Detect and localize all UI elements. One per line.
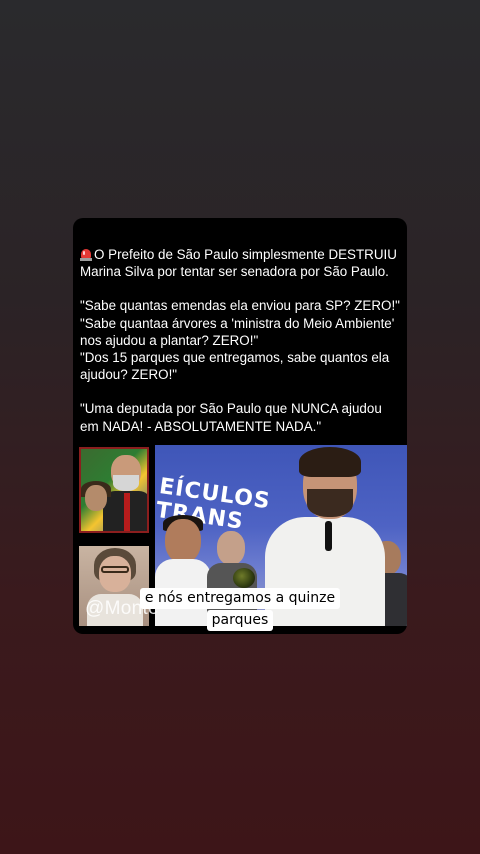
video-caption: e nós entregamos a quinze parques	[0, 588, 480, 631]
inset-photo-top	[79, 447, 149, 533]
post-quote-parques: "Dos 15 parques que entregamos, sabe qua…	[80, 350, 390, 383]
post-quote-deputada: "Uma deputada por São Paulo que NUNCA aj…	[80, 401, 382, 434]
post-quote-arvores: "Sabe quantaa árvores a 'ministra do Mei…	[80, 315, 395, 348]
post-quote-emendas: "Sabe quantas emendas ela enviou para SP…	[80, 298, 400, 314]
post-text: O Prefeito de São Paulo simplesmente DES…	[80, 246, 402, 435]
creator-avatar-icon	[233, 568, 255, 588]
microphone	[325, 521, 332, 551]
caption-line-1: e nós entregamos a quinze	[139, 588, 341, 609]
police-light-icon	[80, 248, 92, 261]
post-headline: O Prefeito de São Paulo simplesmente DES…	[80, 247, 397, 280]
caption-line-2: parques	[206, 610, 274, 631]
